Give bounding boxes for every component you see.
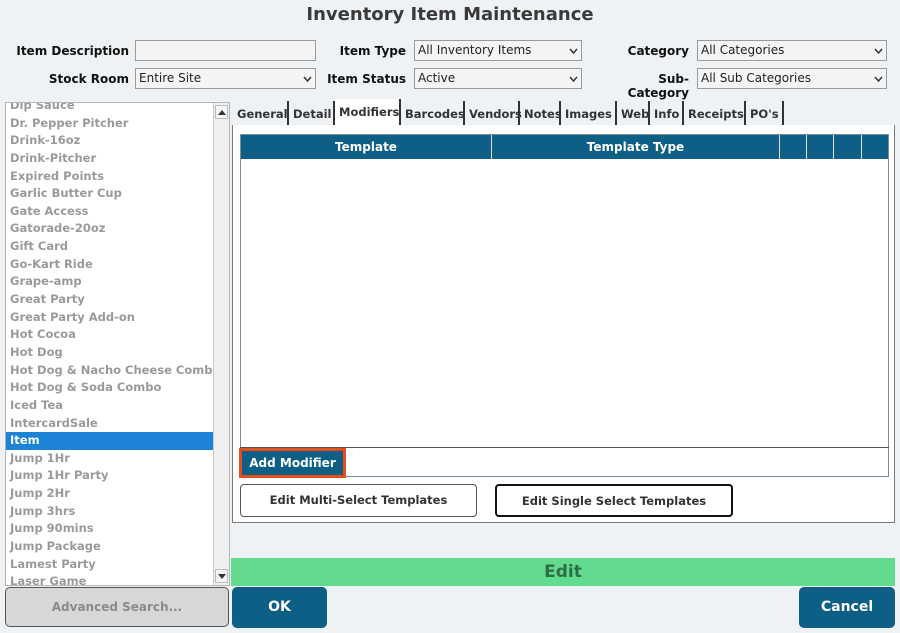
list-item[interactable]: Expired Points [6, 168, 214, 186]
list-item[interactable]: Hot Dog [6, 344, 214, 362]
list-item[interactable]: Hot Dog & Soda Combo [6, 379, 214, 397]
list-item[interactable]: Grape-amp [6, 273, 214, 291]
item-list-scrollbar[interactable] [213, 103, 229, 585]
cancel-button[interactable]: Cancel [799, 587, 895, 628]
list-item[interactable]: Jump 2Hr [6, 485, 214, 503]
list-item[interactable]: Jump 90mins [6, 520, 214, 538]
window-title: Inventory Item Maintenance [306, 4, 594, 25]
tab-modifiers[interactable]: Modifiers [335, 99, 401, 125]
list-item[interactable]: Dip Sauce [6, 103, 214, 115]
list-item[interactable]: Iced Tea [6, 397, 214, 415]
tab-notes[interactable]: Notes [520, 101, 562, 125]
tab-barcodes[interactable]: Barcodes [401, 101, 465, 125]
list-item[interactable]: Laser Game [6, 573, 214, 585]
column-header-blank-1[interactable] [780, 135, 807, 159]
stock-room-value: Entire Site [139, 71, 202, 85]
chevron-down-icon [874, 48, 883, 55]
tab-images[interactable]: Images [561, 101, 617, 125]
item-description-input[interactable] [135, 40, 316, 61]
item-description-label: Item Description [16, 44, 129, 58]
list-item[interactable]: IntercardSale [6, 415, 214, 433]
modifiers-grid-header: Template Template Type [241, 135, 888, 159]
scroll-down-button[interactable] [215, 569, 228, 583]
list-item[interactable]: Item [6, 432, 214, 450]
chevron-down-icon [303, 76, 312, 83]
stock-room-label: Stock Room [48, 72, 129, 86]
list-item[interactable]: Gift Card [6, 238, 214, 256]
tab-general[interactable]: General [233, 101, 289, 125]
list-item[interactable]: Garlic Butter Cup [6, 185, 214, 203]
ok-button[interactable]: OK [232, 587, 327, 628]
list-item[interactable]: Jump 1Hr Party [6, 467, 214, 485]
item-list[interactable]: Dip Sauce Dr. Pepper Pitcher Drink-16oz Dri… [5, 102, 230, 586]
item-type-value: All Inventory Items [418, 43, 532, 57]
modifiers-grid[interactable]: Template Template Type [240, 134, 889, 477]
list-item[interactable]: Hot Dog & Nacho Cheese Combo [6, 362, 220, 380]
list-item[interactable]: Gate Access [6, 203, 214, 221]
list-item[interactable]: Jump 3hrs [6, 503, 214, 521]
column-header-blank-4[interactable] [862, 135, 888, 159]
edit-single-select-templates-button[interactable]: Edit Single Select Templates [495, 484, 733, 517]
category-select[interactable]: All Categories [697, 40, 887, 61]
item-status-value: Active [418, 71, 456, 85]
tab-receipts[interactable]: Receipts [684, 101, 746, 125]
list-item[interactable]: Dr. Pepper Pitcher [6, 115, 214, 133]
scroll-up-button[interactable] [215, 105, 228, 119]
scroll-down-icon [218, 574, 226, 579]
item-type-select[interactable]: All Inventory Items [414, 40, 582, 61]
tab-vendors[interactable]: Vendors [465, 101, 522, 125]
sub-category-select[interactable]: All Sub Categories [697, 68, 887, 89]
sub-category-label: Sub-Category [627, 72, 689, 100]
list-item[interactable]: Lamest Party [6, 556, 214, 574]
list-item[interactable]: Go-Kart Ride [6, 256, 214, 274]
list-item[interactable]: Hot Cocoa [6, 326, 214, 344]
add-modifier-button[interactable]: Add Modifier [239, 448, 346, 478]
tab-po-s[interactable]: PO's [746, 101, 784, 125]
edit-multi-select-templates-button[interactable]: Edit Multi-Select Templates [240, 484, 477, 517]
column-header-blank-2[interactable] [807, 135, 834, 159]
tab-web[interactable]: Web [617, 101, 650, 125]
sub-category-value: All Sub Categories [701, 71, 812, 85]
list-item[interactable]: Great Party [6, 291, 214, 309]
list-item[interactable]: Gatorade-20oz [6, 220, 214, 238]
advanced-search-button[interactable]: Advanced Search... [5, 587, 229, 627]
column-header-blank-3[interactable] [834, 135, 862, 159]
column-header-template-type[interactable]: Template Type [492, 135, 780, 159]
detail-tabs: General Detail Modifiers Barcodes Vendors Not… [233, 99, 893, 125]
tab-info[interactable]: Info [650, 101, 684, 125]
list-item[interactable]: Drink-Pitcher [6, 150, 214, 168]
mode-indicator: Edit [231, 558, 895, 586]
scroll-up-icon [218, 110, 226, 115]
item-type-label: Item Type [339, 44, 406, 58]
chevron-down-icon [569, 76, 578, 83]
item-status-label: Item Status [327, 72, 406, 86]
chevron-down-icon [569, 48, 578, 55]
category-label: Category [627, 44, 689, 58]
list-item[interactable]: Jump 1Hr [6, 450, 214, 468]
list-item[interactable]: Jump Package [6, 538, 214, 556]
list-item[interactable]: Great Party Add-on [6, 309, 214, 327]
column-header-template[interactable]: Template [241, 135, 492, 159]
item-status-select[interactable]: Active [414, 68, 582, 89]
tab-detail[interactable]: Detail [289, 101, 335, 125]
item-list-items: Dip Sauce Dr. Pepper Pitcher Drink-16oz Dri… [6, 103, 220, 585]
category-value: All Categories [701, 43, 785, 57]
list-item[interactable]: Drink-16oz [6, 132, 214, 150]
stock-room-select[interactable]: Entire Site [135, 68, 316, 89]
chevron-down-icon [874, 76, 883, 83]
